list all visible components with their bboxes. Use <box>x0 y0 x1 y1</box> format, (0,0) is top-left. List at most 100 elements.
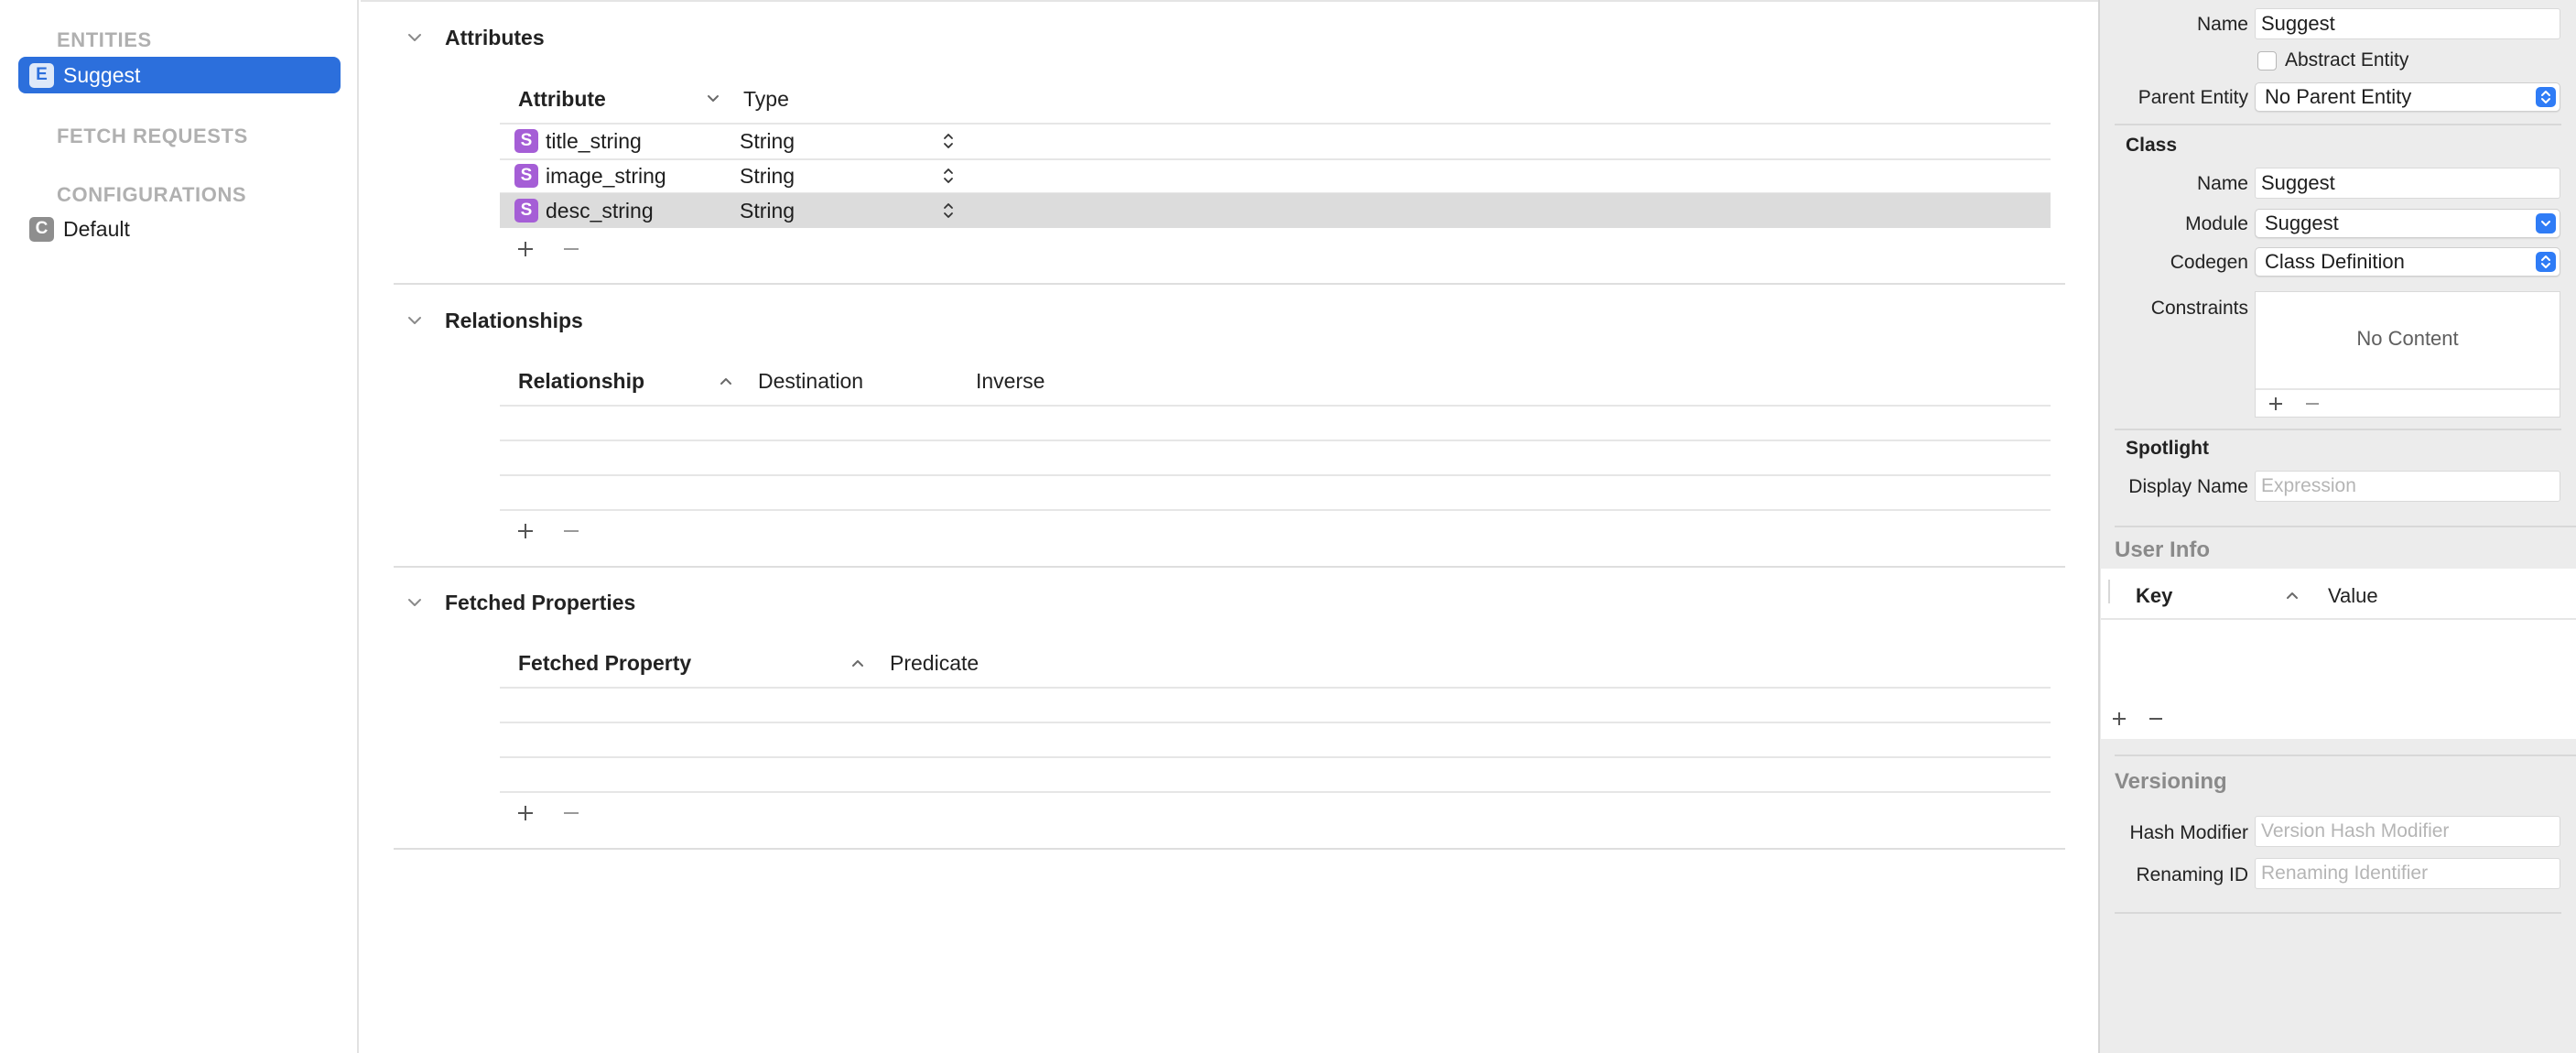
renaming-id-label: Renaming ID <box>2136 864 2248 885</box>
sort-ascending-chevron-icon[interactable] <box>718 373 734 389</box>
user-info-add-remove-controls <box>2106 706 2169 732</box>
user-info-section-heading: User Info <box>2115 537 2211 562</box>
hash-modifier-field[interactable]: Version Hash Modifier <box>2255 816 2560 847</box>
type-column-header[interactable]: Type <box>743 87 789 112</box>
sort-ascending-chevron-icon[interactable] <box>2284 587 2300 603</box>
entities-section-header: ENTITIES <box>57 28 152 51</box>
fetched-properties-disclosure-chevron-icon[interactable] <box>406 594 423 611</box>
entity-name-label: Name <box>2196 14 2248 35</box>
key-column-header[interactable]: Key <box>2136 584 2172 608</box>
constraints-divider <box>2256 388 2560 390</box>
constraints-empty-text: No Content <box>2356 327 2459 350</box>
attribute-name[interactable]: desc_string <box>546 199 740 223</box>
row-divider <box>500 722 2051 723</box>
sidebar-item-default-configuration[interactable]: C Default <box>18 211 341 247</box>
chevron-down-icon <box>2536 213 2556 233</box>
string-type-badge-icon: S <box>514 199 538 223</box>
module-label: Module <box>2185 213 2248 234</box>
row-divider <box>500 791 2051 793</box>
row-divider <box>500 756 2051 758</box>
popup-up-down-arrows-icon <box>2536 87 2556 107</box>
fetched-properties-add-remove-controls <box>513 800 584 826</box>
inspector-divider <box>2115 429 2561 430</box>
sort-ascending-chevron-icon[interactable] <box>850 655 866 671</box>
fetched-properties-header-divider <box>500 687 2051 689</box>
attribute-type-popup[interactable]: String <box>740 164 941 189</box>
abstract-entity-checkbox[interactable] <box>2257 51 2277 71</box>
configuration-label: Default <box>63 216 130 241</box>
add-fetched-property-plus-icon[interactable] <box>513 800 538 826</box>
constraints-add-remove-controls <box>2263 391 2325 417</box>
user-info-table[interactable]: Key Value <box>2101 569 2576 739</box>
section-divider <box>394 848 2065 850</box>
attribute-row[interactable]: S image_string String <box>500 159 2051 192</box>
popup-stepper-icon[interactable] <box>941 201 956 221</box>
configuration-badge-icon: C <box>29 216 54 242</box>
string-type-badge-icon: S <box>514 164 538 188</box>
display-name-label: Display Name <box>2128 476 2248 497</box>
spotlight-section-heading: Spotlight <box>2126 438 2209 459</box>
attributes-disclosure-chevron-icon[interactable] <box>406 29 423 46</box>
remove-fetched-property-minus-icon[interactable] <box>558 800 584 826</box>
sidebar-item-suggest-entity[interactable]: E Suggest <box>18 57 341 93</box>
popup-stepper-icon[interactable] <box>941 131 956 151</box>
module-popup[interactable]: Suggest <box>2255 209 2560 238</box>
class-name-field[interactable]: Suggest <box>2255 168 2560 199</box>
parent-entity-popup[interactable]: No Parent Entity <box>2255 82 2560 112</box>
constraints-label: Constraints <box>2150 298 2248 319</box>
inspector-divider <box>2115 124 2561 125</box>
row-divider <box>500 509 2051 511</box>
relationship-column-header[interactable]: Relationship <box>518 369 644 394</box>
attribute-type-popup[interactable]: String <box>740 199 941 223</box>
remove-constraint-minus-icon[interactable] <box>2300 391 2325 417</box>
attribute-row[interactable]: S title_string String <box>500 125 2051 157</box>
display-name-field[interactable]: Expression <box>2255 471 2560 502</box>
user-info-header-divider <box>2101 618 2576 620</box>
predicate-column-header[interactable]: Predicate <box>890 651 979 676</box>
constraints-list[interactable]: No Content <box>2255 291 2560 418</box>
class-section-heading: Class <box>2126 135 2178 156</box>
entity-name-field[interactable]: Suggest <box>2255 8 2560 39</box>
popup-stepper-icon[interactable] <box>941 166 956 186</box>
fetched-property-column-header[interactable]: Fetched Property <box>518 651 691 676</box>
entity-label: Suggest <box>63 62 141 87</box>
codegen-popup[interactable]: Class Definition <box>2255 247 2560 277</box>
inspector-divider <box>2115 526 2576 527</box>
column-resize-handle[interactable] <box>2108 580 2110 603</box>
module-value: Suggest <box>2265 212 2339 234</box>
destination-column-header[interactable]: Destination <box>758 369 863 394</box>
entity-badge-icon: E <box>29 62 54 88</box>
inverse-column-header[interactable]: Inverse <box>976 369 1044 394</box>
remove-relationship-minus-icon[interactable] <box>558 518 584 544</box>
popup-up-down-arrows-icon <box>2536 252 2556 272</box>
add-attribute-plus-icon[interactable] <box>513 236 538 262</box>
inspector-divider <box>2115 754 2576 756</box>
value-column-header[interactable]: Value <box>2328 584 2378 608</box>
row-divider <box>500 440 2051 441</box>
abstract-entity-label[interactable]: Abstract Entity <box>2285 49 2408 71</box>
sort-descending-chevron-icon[interactable] <box>705 91 721 107</box>
relationships-disclosure-chevron-icon[interactable] <box>406 312 423 329</box>
attribute-column-header[interactable]: Attribute <box>518 87 606 112</box>
fetch-requests-section-header: FETCH REQUESTS <box>57 125 248 147</box>
remove-attribute-minus-icon[interactable] <box>558 236 584 262</box>
section-divider <box>394 566 2065 568</box>
entity-sidebar: ENTITIES E Suggest FETCH REQUESTS CONFIG… <box>0 0 359 1053</box>
attributes-add-remove-controls <box>513 236 584 262</box>
parent-entity-label: Parent Entity <box>2138 87 2248 108</box>
attributes-section-title: Attributes <box>445 26 545 49</box>
remove-user-info-minus-icon[interactable] <box>2143 706 2169 732</box>
renaming-id-field[interactable]: Renaming Identifier <box>2255 858 2560 889</box>
versioning-section-heading: Versioning <box>2115 769 2227 794</box>
string-type-badge-icon: S <box>514 129 538 153</box>
configurations-section-header: CONFIGURATIONS <box>57 183 247 206</box>
fetched-properties-section-title: Fetched Properties <box>445 591 636 614</box>
attribute-name[interactable]: title_string <box>546 129 740 154</box>
add-constraint-plus-icon[interactable] <box>2263 391 2289 417</box>
attribute-row-selected[interactable]: S desc_string String <box>500 193 2051 228</box>
add-relationship-plus-icon[interactable] <box>513 518 538 544</box>
attribute-type-popup[interactable]: String <box>740 129 941 154</box>
attribute-name[interactable]: image_string <box>546 164 740 189</box>
row-divider <box>500 474 2051 476</box>
add-user-info-plus-icon[interactable] <box>2106 706 2132 732</box>
